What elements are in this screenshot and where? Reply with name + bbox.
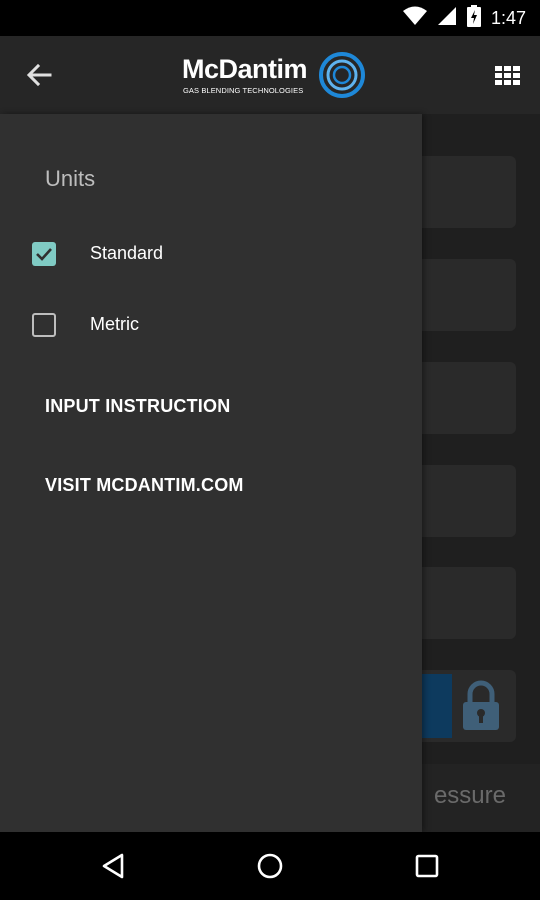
visit-website-link[interactable]: VISIT MCDANTIM.COM: [45, 475, 244, 496]
cell-signal-icon: [437, 6, 457, 31]
recents-square-icon[interactable]: [409, 848, 445, 884]
navigation-drawer: Units Standard Metric INPUT INSTRUCTION …: [0, 114, 422, 832]
mcdantim-logo: McDantim GAS BLENDING TECHNOLOGIES: [182, 50, 372, 102]
grid-apps-button[interactable]: [494, 61, 522, 89]
app-toolbar: McDantim GAS BLENDING TECHNOLOGIES: [0, 36, 540, 114]
battery-charging-icon: [466, 4, 481, 32]
back-triangle-icon[interactable]: [96, 848, 132, 884]
logo-wordmark: McDantim: [182, 54, 308, 84]
pressure-label: essure: [433, 782, 506, 809]
checkmark-icon: [36, 248, 52, 261]
status-icons: 1:47: [402, 4, 526, 32]
wifi-icon: [402, 6, 427, 31]
units-heading: Units: [45, 166, 96, 191]
arrow-back-icon: [18, 63, 62, 101]
standard-checkbox[interactable]: [32, 242, 56, 266]
grid-apps-icon: [494, 66, 522, 93]
back-button[interactable]: [18, 53, 62, 97]
metric-checkbox[interactable]: [32, 313, 56, 337]
standard-option[interactable]: Standard: [0, 230, 422, 278]
metric-option[interactable]: Metric: [0, 301, 422, 349]
system-nav-bar: [0, 832, 540, 900]
home-circle-icon[interactable]: [252, 848, 288, 884]
input-instruction-link[interactable]: INPUT INSTRUCTION: [45, 396, 230, 417]
metric-label: Metric: [90, 314, 139, 334]
lock-icon: [460, 680, 502, 737]
status-time: 1:47: [490, 7, 526, 28]
status-bar: 1:47: [0, 0, 540, 36]
standard-label: Standard: [90, 243, 164, 263]
logo-ring-icon: [318, 50, 368, 105]
logo-tagline: GAS BLENDING TECHNOLOGIES: [183, 86, 304, 95]
